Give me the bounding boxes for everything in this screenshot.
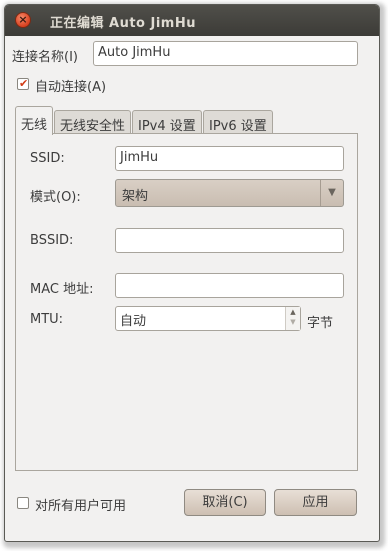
mode-label: 模式(O): <box>30 190 81 205</box>
ssid-label: SSID: <box>30 151 65 166</box>
cancel-button[interactable]: 取消(C) <box>184 489 266 516</box>
mtu-spinbox[interactable]: 自动 ▲ ▼ <box>115 306 301 331</box>
chevron-down-icon: ▼ <box>320 180 343 206</box>
tab-ipv4-settings[interactable]: IPv4 设置 <box>132 110 202 134</box>
bssid-input[interactable] <box>115 228 344 253</box>
close-icon[interactable]: × <box>15 12 31 28</box>
connection-name-input[interactable]: Auto JimHu <box>93 41 358 66</box>
all-users-checkbox[interactable] <box>17 497 29 509</box>
window-title: 正在编辑 Auto JimHu <box>50 16 196 31</box>
tab-wireless-security[interactable]: 无线安全性 <box>54 110 131 134</box>
tab-ipv6-settings[interactable]: IPv6 设置 <box>203 110 273 134</box>
all-users-label: 对所有用户可用 <box>35 499 127 514</box>
mac-address-label: MAC 地址: <box>30 282 94 297</box>
tab-wireless[interactable]: 无线 <box>15 106 53 135</box>
mtu-unit-label: 字节 <box>307 316 334 331</box>
titlebar: × 正在编辑 Auto JimHu <box>5 5 379 36</box>
mac-address-input[interactable] <box>115 273 344 298</box>
bssid-label: BSSID: <box>30 233 74 248</box>
mode-select[interactable]: 架构 ▼ <box>115 179 344 207</box>
mode-selected-value: 架构 <box>122 189 149 204</box>
arrow-down-icon[interactable]: ▼ <box>286 318 300 329</box>
spin-buttons: ▲ ▼ <box>285 307 300 330</box>
check-icon: ✔ <box>19 77 29 90</box>
autoconnect-checkbox[interactable]: ✔ <box>17 78 29 90</box>
ssid-input[interactable]: JimHu <box>115 146 344 171</box>
apply-button[interactable]: 应用 <box>274 489 357 516</box>
mtu-value: 自动 <box>120 314 147 329</box>
autoconnect-label: 自动连接(A) <box>35 80 107 95</box>
connection-name-label: 连接名称(I) <box>12 50 78 65</box>
edit-connection-dialog: × 正在编辑 Auto JimHu 连接名称(I) Auto JimHu ✔ 自… <box>4 4 380 542</box>
mtu-label: MTU: <box>30 312 64 327</box>
